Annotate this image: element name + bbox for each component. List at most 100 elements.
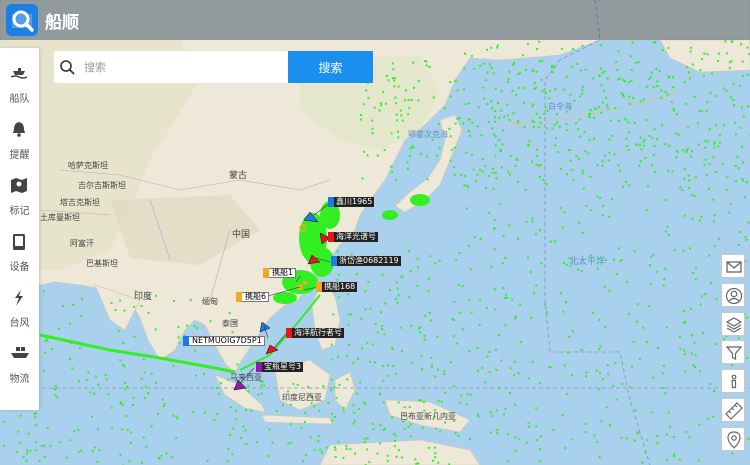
vessel-dot bbox=[558, 125, 561, 128]
vessel-dot bbox=[26, 449, 29, 452]
vessel-dot bbox=[494, 116, 497, 119]
vessel-dot bbox=[546, 311, 549, 314]
vessel-dot bbox=[699, 303, 702, 306]
vessel-dot bbox=[722, 87, 725, 90]
vessel-dot bbox=[732, 82, 735, 85]
vessel-dot bbox=[598, 348, 600, 351]
vessel-dot bbox=[94, 446, 97, 449]
vessel-dot bbox=[390, 132, 393, 135]
vessel-dot bbox=[319, 448, 322, 451]
vessel-dot bbox=[245, 443, 248, 445]
ship-label[interactable]: 鑫川1965 bbox=[328, 197, 375, 207]
vessel-dot bbox=[387, 79, 390, 82]
vessel-dot bbox=[565, 263, 568, 266]
vessel-dot bbox=[330, 389, 333, 392]
vessel-dot bbox=[150, 372, 153, 375]
vessel-dot bbox=[658, 70, 661, 72]
vessel-dot bbox=[428, 66, 431, 68]
vessel-dot bbox=[122, 363, 124, 366]
search-button[interactable]: 搜索 bbox=[288, 51, 373, 83]
search-input[interactable] bbox=[84, 57, 280, 77]
vessel-dot bbox=[434, 456, 437, 459]
vessel-dot bbox=[499, 149, 502, 152]
info-tool-button[interactable] bbox=[721, 369, 745, 393]
vessel-dot bbox=[89, 391, 92, 394]
vessel-dot bbox=[172, 414, 175, 417]
vessel-dot bbox=[600, 84, 603, 87]
ship-label[interactable]: 携船1 bbox=[263, 268, 297, 278]
location-tool-button[interactable] bbox=[721, 427, 745, 451]
app-logo[interactable] bbox=[6, 4, 38, 36]
map-label-india: 印度 bbox=[134, 292, 153, 302]
vessel-dot bbox=[456, 118, 459, 120]
vessel-dot bbox=[307, 385, 310, 388]
vessel-dot bbox=[589, 109, 592, 112]
ruler-tool-button[interactable] bbox=[721, 398, 745, 422]
account-tool-button[interactable] bbox=[721, 283, 745, 307]
top-bar: 船顺 bbox=[0, 0, 750, 40]
vessel-dot bbox=[705, 109, 708, 112]
vessel-dot bbox=[127, 429, 129, 431]
vessel-dot bbox=[356, 392, 359, 395]
vessel-dot bbox=[267, 455, 270, 458]
vessel-dot bbox=[656, 80, 659, 83]
vessel-dot bbox=[80, 315, 83, 318]
vessel-dot bbox=[617, 247, 620, 250]
vessel-dot bbox=[414, 458, 417, 461]
location-pin-icon bbox=[727, 431, 741, 449]
vessel-dot bbox=[707, 140, 710, 143]
vessel-dot bbox=[625, 118, 627, 121]
vessel-dot bbox=[203, 372, 205, 375]
vessel-dot bbox=[713, 142, 716, 145]
vessel-dot bbox=[737, 244, 740, 246]
ship-label[interactable]: 携船6 bbox=[236, 292, 270, 302]
vessel-dot bbox=[391, 348, 394, 350]
vessel-dot bbox=[230, 406, 233, 409]
map-label-afghanistan: 阿富汗 bbox=[70, 239, 94, 248]
sidebar-item-label: 船队 bbox=[9, 94, 30, 105]
vessel-dot bbox=[480, 134, 483, 137]
ship-label[interactable]: 海洋航行者号 bbox=[286, 328, 344, 338]
vessel-dot bbox=[715, 171, 718, 173]
ship-label[interactable]: 海洋光谱号 bbox=[328, 232, 378, 242]
filter-tool-button[interactable] bbox=[721, 340, 745, 364]
vessel-dot bbox=[688, 436, 691, 439]
vessel-dot bbox=[435, 154, 438, 157]
ship-label[interactable]: 携船168 bbox=[316, 282, 358, 292]
sidebar-item-logistics[interactable]: 物流 bbox=[0, 328, 39, 385]
ship-color-swatch bbox=[328, 197, 334, 207]
vessel-dot bbox=[123, 309, 126, 312]
sidebar-item-alerts[interactable]: 提醒 bbox=[0, 104, 39, 161]
vessel-dot bbox=[408, 406, 411, 408]
vessel-dot bbox=[371, 119, 374, 122]
ship-label[interactable]: 宝瓶星号3 bbox=[256, 362, 304, 372]
vessel-dot bbox=[703, 52, 706, 55]
sidebar-item-marks[interactable]: 标记 bbox=[0, 160, 39, 217]
layers-tool-button[interactable] bbox=[721, 312, 745, 336]
vessel-dot bbox=[345, 445, 348, 448]
vessel-dot bbox=[163, 402, 166, 405]
message-tool-button[interactable] bbox=[721, 254, 745, 278]
vessel-dot bbox=[394, 178, 397, 181]
vessel-dot bbox=[463, 184, 466, 187]
vessel-dot bbox=[506, 433, 509, 436]
sidebar-item-devices[interactable]: 设备 bbox=[0, 216, 39, 273]
vessel-dot bbox=[646, 439, 649, 442]
vessel-dot bbox=[488, 351, 491, 353]
sidebar-item-typhoon[interactable]: 台风 bbox=[0, 272, 39, 329]
map-label-china: 中国 bbox=[232, 230, 251, 240]
vessel-dot bbox=[462, 122, 465, 125]
sidebar-item-fleet[interactable]: 船队 bbox=[0, 48, 39, 105]
vessel-dot bbox=[637, 61, 640, 64]
vessel-dot bbox=[403, 99, 406, 102]
vessel-dot bbox=[735, 133, 737, 136]
vessel-dot bbox=[282, 404, 284, 407]
vessel-dot bbox=[532, 103, 535, 106]
vessel-dot bbox=[656, 85, 659, 88]
ship-label[interactable]: 浙岱渔0682119 bbox=[331, 256, 401, 266]
vessel-dot bbox=[508, 70, 511, 73]
ship-label[interactable]: NETMUOIG7D5P1 bbox=[183, 336, 265, 346]
vessel-dot bbox=[399, 326, 402, 329]
vessel-dot bbox=[715, 343, 718, 346]
sidebar-item-label: 设备 bbox=[9, 262, 30, 273]
